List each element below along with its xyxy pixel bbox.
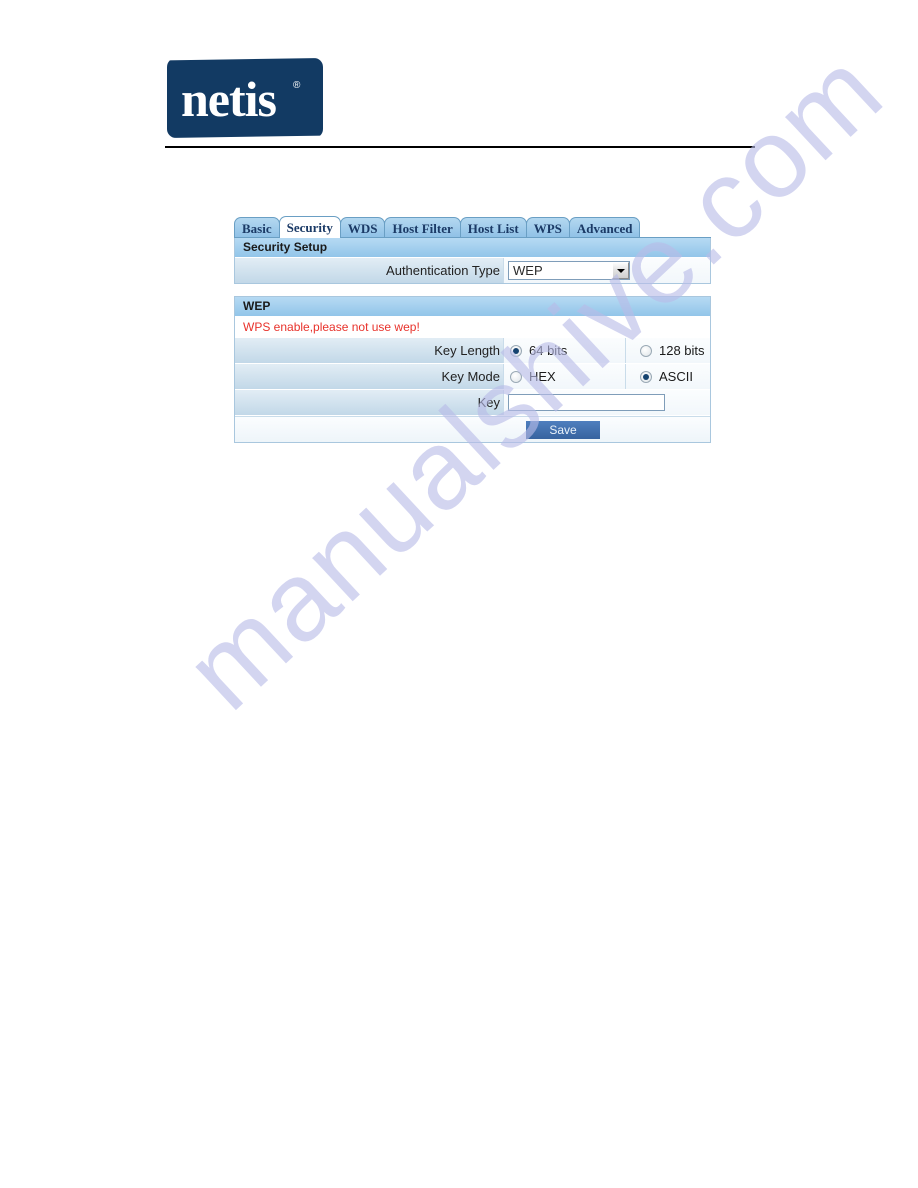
watermark-overlay: manualshive.com (0, 0, 918, 1188)
chevron-down-icon[interactable] (612, 262, 629, 279)
key-mode-ascii-option[interactable]: ASCII (626, 364, 710, 389)
section-gap (234, 284, 711, 296)
tab-bar: Basic Security WDS Host Filter Host List… (234, 216, 711, 238)
wep-title: WEP (235, 297, 710, 317)
tab-wds[interactable]: WDS (339, 217, 386, 238)
security-setup-section: Security Setup Authentication Type WEP (234, 238, 711, 284)
key-value-cell (503, 390, 710, 415)
tab-advanced[interactable]: Advanced (568, 217, 641, 238)
key-label: Key (235, 390, 503, 415)
key-length-64-label: 64 bits (529, 343, 568, 358)
router-config-panel: Basic Security WDS Host Filter Host List… (234, 216, 711, 443)
key-mode-label: Key Mode (235, 364, 503, 389)
auth-type-value-cell: WEP (503, 258, 710, 283)
logo-wordmark: netis (181, 71, 277, 127)
key-input[interactable] (508, 394, 665, 411)
auth-type-row: Authentication Type WEP (235, 258, 710, 283)
key-length-128-option[interactable]: 128 bits (626, 338, 710, 363)
tab-security[interactable]: Security (278, 216, 341, 238)
key-mode-options: HEX ASCII (503, 364, 710, 389)
radio-icon-128bits[interactable] (640, 344, 652, 357)
wep-section: WEP WPS enable,please not use wep! Key L… (234, 296, 711, 443)
key-mode-row: Key Mode HEX ASCII (235, 364, 710, 390)
tab-host-filter[interactable]: Host Filter (384, 217, 461, 238)
security-setup-title: Security Setup (235, 238, 710, 258)
key-row: Key (235, 390, 710, 416)
tab-basic[interactable]: Basic (234, 217, 280, 238)
save-row: Save (235, 416, 710, 442)
netis-logo: netis ® (167, 58, 323, 138)
wep-warning-message: WPS enable,please not use wep! (235, 317, 710, 338)
key-length-options: 64 bits 128 bits (503, 338, 710, 363)
key-mode-hex-option[interactable]: HEX (504, 364, 626, 389)
radio-icon-hex[interactable] (510, 370, 522, 383)
key-mode-hex-label: HEX (529, 369, 556, 384)
tab-host-list[interactable]: Host List (459, 217, 527, 238)
auth-type-selected-value: WEP (513, 263, 543, 278)
key-length-64-option[interactable]: 64 bits (504, 338, 626, 363)
auth-type-select[interactable]: WEP (508, 261, 630, 280)
key-length-label: Key Length (235, 338, 503, 363)
key-mode-ascii-label: ASCII (659, 369, 693, 384)
radio-icon-ascii[interactable] (640, 370, 652, 383)
key-length-128-label: 128 bits (659, 343, 705, 358)
key-length-row: Key Length 64 bits 128 bits (235, 338, 710, 364)
radio-icon-64bits[interactable] (510, 344, 522, 357)
tab-wps[interactable]: WPS (525, 217, 570, 238)
header-divider (165, 146, 755, 148)
auth-type-label: Authentication Type (235, 258, 503, 283)
registered-trademark-icon: ® (293, 80, 301, 91)
save-button[interactable]: Save (526, 420, 600, 439)
